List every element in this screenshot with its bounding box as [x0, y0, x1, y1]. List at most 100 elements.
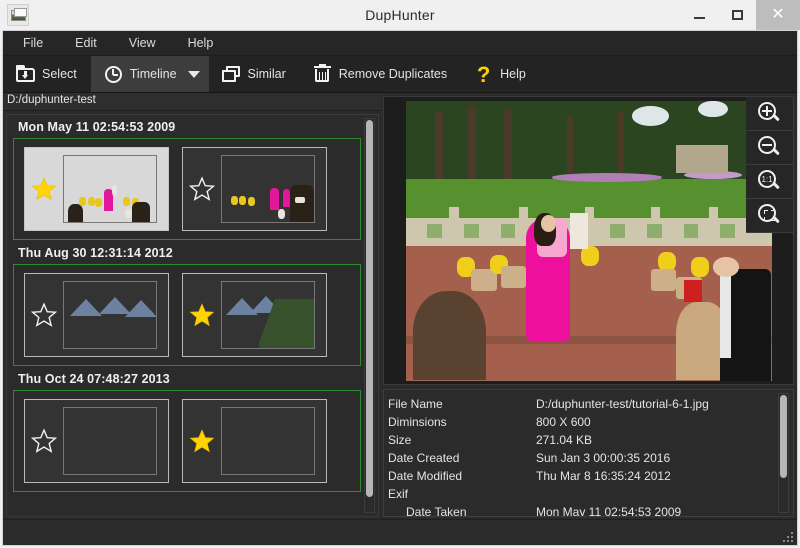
detail-row: Date Taken Mon May 11 02:54:53 2009 [388, 503, 793, 517]
close-button[interactable]: ✕ [756, 0, 800, 30]
star-filled-icon[interactable] [189, 302, 215, 328]
toolbar-label-help: Help [500, 67, 526, 81]
thumbnail-image [63, 407, 157, 475]
thumbnail-item[interactable] [24, 147, 169, 231]
thumbnail-item[interactable] [182, 399, 327, 483]
thumbnail-image [63, 155, 157, 223]
zoom-out-button[interactable] [746, 131, 793, 165]
zoom-actual-icon: 1:1 [758, 170, 781, 193]
toolbar-label-similar: Similar [248, 67, 286, 81]
detail-value [536, 485, 793, 503]
minimize-button[interactable] [680, 0, 718, 30]
scrollbar-thumb[interactable] [780, 395, 787, 478]
trash-icon [313, 65, 332, 84]
resize-grip-icon[interactable] [781, 530, 793, 542]
thumbnail-item[interactable] [182, 273, 327, 357]
star-outline-icon[interactable] [189, 176, 215, 202]
app-icon [7, 4, 29, 26]
group-date-label: Thu Oct 24 07:48:27 2013 [18, 372, 378, 386]
details-scrollbar[interactable] [778, 393, 789, 513]
close-icon: ✕ [771, 7, 784, 23]
detail-key: File Name [388, 395, 536, 413]
group-list-scrollbar[interactable] [364, 118, 375, 513]
folder-download-icon [16, 65, 35, 84]
zoom-in-icon [758, 102, 781, 125]
window-controls: ✕ [680, 0, 800, 30]
detail-row: Date Created Sun Jan 3 00:00:35 2016 [388, 449, 793, 467]
zoom-fit-button[interactable] [746, 199, 793, 233]
detail-value: 271.04 KB [536, 431, 793, 449]
group-date-label: Thu Aug 30 12:31:14 2012 [18, 246, 378, 260]
toolbar-button-help[interactable]: ? Help [461, 56, 540, 92]
thumbnail-image [63, 281, 157, 349]
detail-key: Exif [388, 485, 536, 503]
thumbnail-image [221, 155, 315, 223]
detail-value: Thu Mar 8 16:35:24 2012 [536, 467, 793, 485]
group-thumbnails [13, 390, 361, 492]
group-thumbnails [13, 138, 361, 240]
question-mark-icon: ? [474, 65, 493, 84]
left-panel: D:/duphunter-test Mon May 11 02:54:53 20… [3, 93, 381, 519]
zoom-out-icon [758, 136, 781, 159]
timeline-group: Mon May 11 02:54:53 2009 [13, 120, 378, 240]
zoom-actual-size-button[interactable]: 1:1 [746, 165, 793, 199]
toolbar-label-timeline: Timeline [130, 67, 177, 81]
detail-row: Date Modified Thu Mar 8 16:35:24 2012 [388, 467, 793, 485]
scrollbar-thumb[interactable] [366, 120, 373, 497]
timeline-group-list[interactable]: Mon May 11 02:54:53 2009 [6, 114, 379, 517]
preview-photo [406, 101, 772, 381]
duphunter-window: DupHunter ✕ File Edit View Help [0, 0, 800, 548]
detail-key: Date Created [388, 449, 536, 467]
toolbar-timeline-dropdown[interactable] [184, 56, 209, 92]
maximize-icon [732, 10, 743, 20]
photos-stack-icon [222, 65, 241, 84]
detail-row: Diminsions 800 X 600 [388, 413, 793, 431]
menu-item-help[interactable]: Help [172, 33, 230, 53]
clock-icon [104, 65, 123, 84]
title-bar: DupHunter ✕ [0, 0, 800, 30]
star-filled-icon[interactable] [31, 176, 57, 202]
zoom-in-button[interactable] [746, 97, 793, 131]
detail-value: Mon May 11 02:54:53 2009 [536, 503, 793, 517]
window-body: File Edit View Help Select Timeline [2, 30, 798, 546]
right-panel: 1:1 File Name D:/ [381, 93, 797, 519]
star-filled-icon[interactable] [189, 428, 215, 454]
star-outline-icon[interactable] [31, 428, 57, 454]
thumbnail-image [221, 281, 315, 349]
detail-value: Sun Jan 3 00:00:35 2016 [536, 449, 793, 467]
thumbnail-image [221, 407, 315, 475]
image-preview[interactable]: 1:1 [383, 96, 794, 385]
detail-value: D:/duphunter-test/tutorial-6-1.jpg [536, 395, 793, 413]
detail-row-exif-header: Exif [388, 485, 793, 503]
menu-item-file[interactable]: File [7, 33, 59, 53]
status-bar [3, 519, 797, 545]
toolbar: Select Timeline Similar [3, 56, 797, 93]
toolbar-label-select: Select [42, 67, 77, 81]
toolbar-label-remove-duplicates: Remove Duplicates [339, 67, 447, 81]
menu-item-edit[interactable]: Edit [59, 33, 113, 53]
timeline-group: Thu Aug 30 12:31:14 2012 [13, 246, 378, 366]
zoom-toolbar: 1:1 [746, 97, 793, 233]
menu-bar: File Edit View Help [3, 31, 797, 56]
chevron-down-icon [188, 71, 200, 78]
maximize-button[interactable] [718, 0, 756, 30]
star-outline-icon[interactable] [31, 302, 57, 328]
detail-key: Date Modified [388, 467, 536, 485]
group-date-label: Mon May 11 02:54:53 2009 [18, 120, 378, 134]
thumbnail-item[interactable] [24, 399, 169, 483]
thumbnail-item[interactable] [182, 147, 327, 231]
toolbar-button-timeline[interactable]: Timeline [91, 56, 184, 92]
file-details-panel[interactable]: File Name D:/duphunter-test/tutorial-6-1… [383, 389, 794, 517]
content-area: D:/duphunter-test Mon May 11 02:54:53 20… [3, 93, 797, 519]
thumbnail-item[interactable] [24, 273, 169, 357]
toolbar-button-similar[interactable]: Similar [209, 56, 300, 92]
menu-item-view[interactable]: View [113, 33, 172, 53]
zoom-fit-icon [758, 204, 781, 227]
detail-row: Size 271.04 KB [388, 431, 793, 449]
path-bar: D:/duphunter-test [3, 93, 381, 111]
detail-key: Date Taken [388, 503, 536, 517]
detail-row: File Name D:/duphunter-test/tutorial-6-1… [388, 395, 793, 413]
toolbar-button-remove-duplicates[interactable]: Remove Duplicates [300, 56, 461, 92]
detail-key: Diminsions [388, 413, 536, 431]
toolbar-button-select[interactable]: Select [3, 56, 91, 92]
